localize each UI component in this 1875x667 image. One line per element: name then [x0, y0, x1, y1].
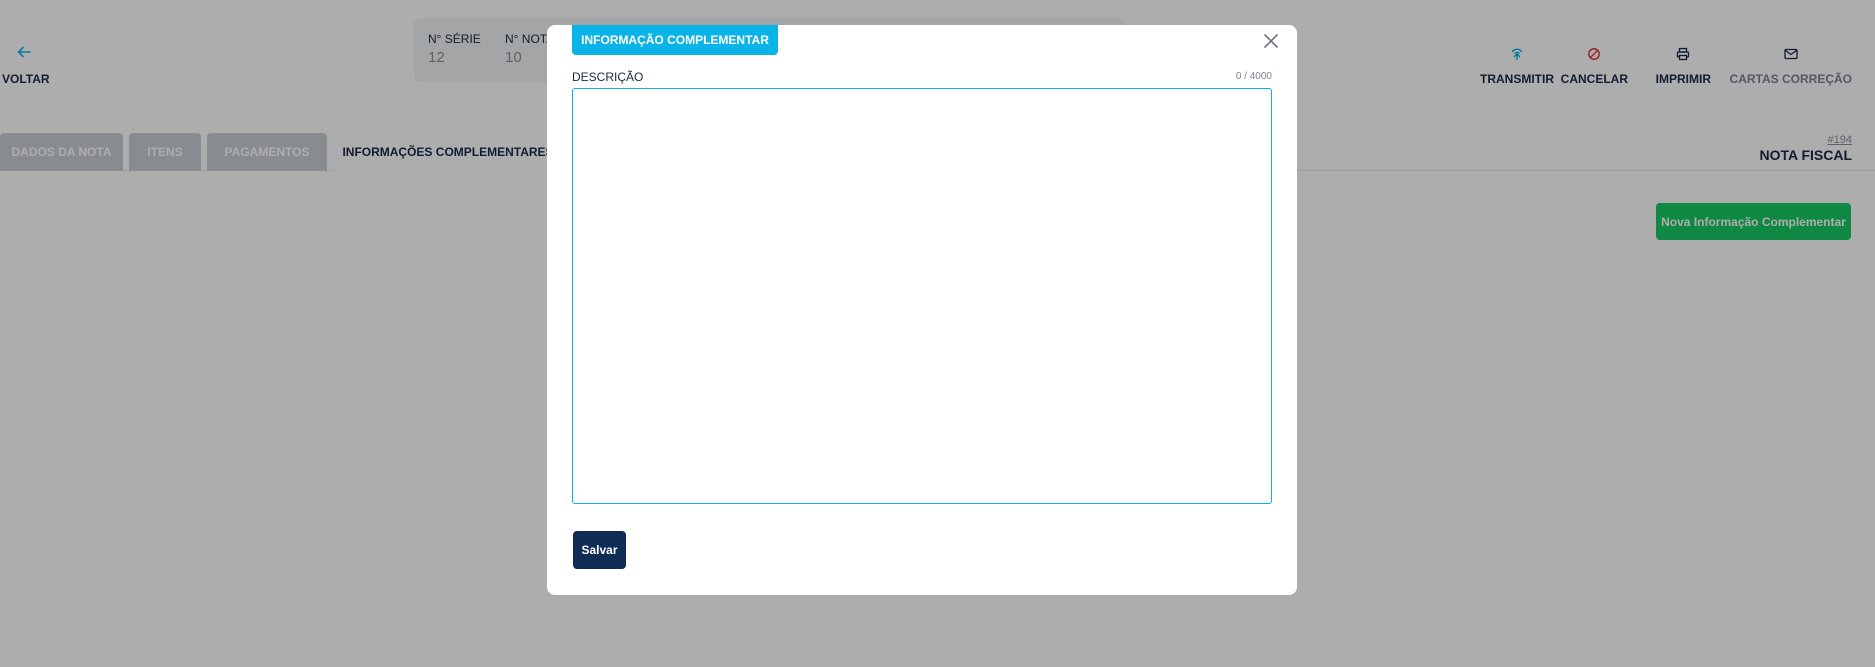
save-button[interactable]: Salvar	[573, 531, 626, 569]
description-label: DESCRIÇÃO	[572, 70, 644, 84]
description-textarea[interactable]	[572, 88, 1272, 504]
complementary-info-modal: INFORMAÇÃO COMPLEMENTAR DESCRIÇÃO 0 / 40…	[547, 25, 1297, 595]
character-counter: 0 / 4000	[1235, 71, 1272, 82]
close-button[interactable]	[1261, 31, 1281, 51]
close-icon	[1264, 34, 1278, 48]
modal-title: INFORMAÇÃO COMPLEMENTAR	[572, 25, 778, 55]
